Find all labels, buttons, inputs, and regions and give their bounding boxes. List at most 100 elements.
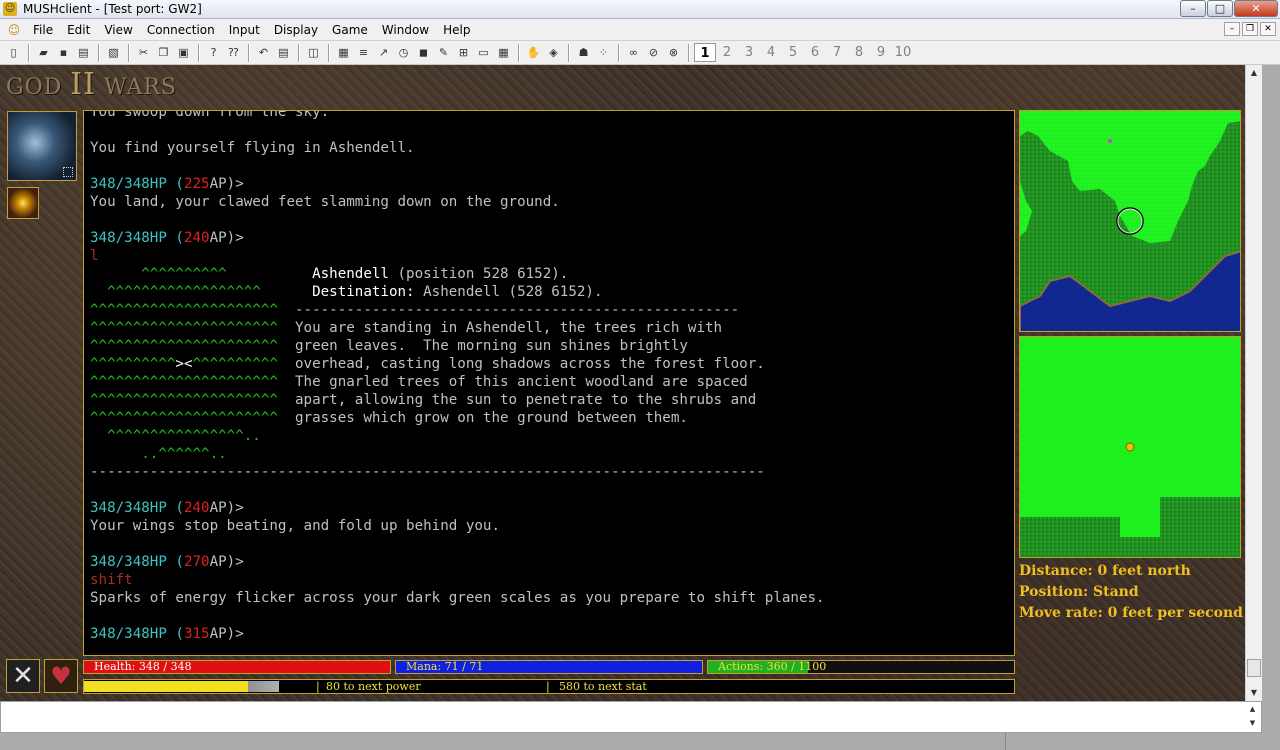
output-segment: [227, 266, 312, 282]
output-window[interactable]: You swoop down from the sky. You find you…: [83, 110, 1015, 656]
output-segment: ^^^^^^^^^^^^^^^^^^^^^^: [90, 302, 278, 318]
menu-input[interactable]: Input: [222, 23, 267, 37]
output-segment: 225: [183, 176, 210, 192]
list-icon[interactable]: ▭: [474, 43, 493, 62]
replace-icon[interactable]: ⊗: [664, 43, 683, 62]
toolbar-separator: [128, 43, 130, 62]
world-button-2[interactable]: 2: [716, 43, 738, 62]
output-segment: ^^^^^^^^^^^^^^^^..: [90, 428, 261, 444]
binoculars-icon[interactable]: ∞: [624, 43, 643, 62]
editor-icon[interactable]: ✎: [434, 43, 453, 62]
save-icon[interactable]: ▪: [54, 43, 73, 62]
world-button-9[interactable]: 9: [870, 43, 892, 62]
output-line: ^^^^^^^^^^^^^^^^^^^^^^ You are standing …: [90, 319, 1014, 337]
overview-map[interactable]: [1019, 110, 1241, 332]
output-segment: ^^^^^^^^^^^^^^^^^^: [90, 284, 261, 300]
combat-button[interactable]: ✕: [6, 659, 40, 693]
title-bar[interactable]: ☺ MUSHclient - [Test port: GW2] – □ ✕: [0, 0, 1280, 19]
logo-roman-numeral: II: [70, 67, 96, 102]
overview-map-svg: [1020, 111, 1240, 331]
dragon-portrait[interactable]: [7, 111, 77, 181]
print-icon[interactable]: ▤: [74, 43, 93, 62]
output-scrollbar[interactable]: ▲ ▼: [1245, 65, 1262, 701]
output-segment: l: [90, 248, 99, 264]
world-config-icon[interactable]: ▦: [334, 43, 353, 62]
log-icon[interactable]: ◼: [414, 43, 433, 62]
output-segment: ^^^^^^^^^^^^^^^^^^^^^^: [90, 374, 278, 390]
highlight-icon[interactable]: ⁘: [594, 43, 613, 62]
output-segment: ^^^^^^^^^^^^^^^^^^^^^^: [90, 338, 278, 354]
scroll-up-arrow[interactable]: ▲: [1246, 65, 1262, 81]
paste-icon[interactable]: ▣: [174, 43, 193, 62]
primal-separator: |: [546, 680, 550, 693]
document-menu-icon[interactable]: ☺: [6, 22, 22, 38]
menu-edit[interactable]: Edit: [60, 23, 97, 37]
toolbar-separator: [688, 43, 690, 62]
open-icon[interactable]: ▰: [34, 43, 53, 62]
mdi-restore-button[interactable]: ❐: [1242, 22, 1258, 36]
find-icon[interactable]: ◈: [544, 43, 563, 62]
primal-separator: |: [316, 680, 320, 693]
plugins-icon[interactable]: ▦: [494, 43, 513, 62]
timer-icon[interactable]: ◷: [394, 43, 413, 62]
connect-icon[interactable]: ◫: [304, 43, 323, 62]
trigger-icon[interactable]: ≡: [354, 43, 373, 62]
preview-icon[interactable]: ▧: [104, 43, 123, 62]
scroll-thumb[interactable]: [1247, 659, 1261, 677]
recall-icon[interactable]: ☗: [574, 43, 593, 62]
output-segment: ^^^^^^^^^^: [192, 356, 278, 372]
notes-icon[interactable]: ▤: [274, 43, 293, 62]
mdi-close-button[interactable]: ✕: [1260, 22, 1276, 36]
find-next-icon[interactable]: ⊘: [644, 43, 663, 62]
undo-icon[interactable]: ↶: [254, 43, 273, 62]
help-icon[interactable]: ?: [204, 43, 223, 62]
next-power-label: 80 to next power: [326, 680, 421, 693]
scroll-down-arrow[interactable]: ▼: [1246, 685, 1262, 701]
output-segment: 315: [183, 626, 210, 642]
world-button-3[interactable]: 3: [738, 43, 760, 62]
menu-connection[interactable]: Connection: [140, 23, 222, 37]
output-line: ----------------------------------------…: [90, 463, 1014, 481]
new-icon[interactable]: ▯: [4, 43, 23, 62]
alias-icon[interactable]: ↗: [374, 43, 393, 62]
menu-view[interactable]: View: [97, 23, 139, 37]
cut-icon[interactable]: ✂: [134, 43, 153, 62]
menu-help[interactable]: Help: [436, 23, 477, 37]
world-button-6[interactable]: 6: [804, 43, 826, 62]
menu-file[interactable]: File: [26, 23, 60, 37]
maximize-button[interactable]: □: [1207, 0, 1233, 17]
minimize-button[interactable]: –: [1180, 0, 1206, 17]
world-button-5[interactable]: 5: [782, 43, 804, 62]
output-segment: You land, your clawed feet slamming down…: [90, 194, 560, 210]
command-input[interactable]: [1, 702, 1241, 730]
output-segment: 348/348HP (: [90, 500, 184, 516]
local-map[interactable]: [1019, 336, 1241, 558]
close-button[interactable]: ✕: [1234, 0, 1278, 17]
scripts-icon[interactable]: ✋: [524, 43, 543, 62]
heart-button[interactable]: ♥: [44, 659, 78, 693]
world-button-7[interactable]: 7: [826, 43, 848, 62]
world-button-10[interactable]: 10: [892, 43, 914, 62]
menu-game[interactable]: Game: [325, 23, 375, 37]
world-button-1[interactable]: 1: [694, 43, 716, 62]
output-segment: Destination:: [312, 284, 415, 300]
world-button-4[interactable]: 4: [760, 43, 782, 62]
toolbar-separator: [518, 43, 520, 62]
menu-bar: ☺ File Edit View Connection Input Displa…: [0, 19, 1280, 41]
menu-display[interactable]: Display: [267, 23, 325, 37]
mushclient-app-icon[interactable]: ☺: [3, 2, 17, 16]
world-button-8[interactable]: 8: [848, 43, 870, 62]
macro-icon[interactable]: ⊞: [454, 43, 473, 62]
output-segment: 348/348HP (: [90, 230, 184, 246]
input-scroll-arrows[interactable]: ▲ ▼: [1244, 702, 1261, 732]
spell-icon[interactable]: [7, 187, 39, 219]
god-wars-logo: GOD II WARS: [6, 67, 177, 102]
mdi-minimize-button[interactable]: –: [1224, 22, 1240, 36]
toolbar-separator: [298, 43, 300, 62]
toolbar-separator: [328, 43, 330, 62]
output-segment: You find yourself flying in Ashendell.: [90, 140, 415, 156]
menu-window[interactable]: Window: [375, 23, 436, 37]
context-help-icon[interactable]: ⁇: [224, 43, 243, 62]
copy-icon[interactable]: ❐: [154, 43, 173, 62]
output-segment: 348/348HP (: [90, 554, 184, 570]
